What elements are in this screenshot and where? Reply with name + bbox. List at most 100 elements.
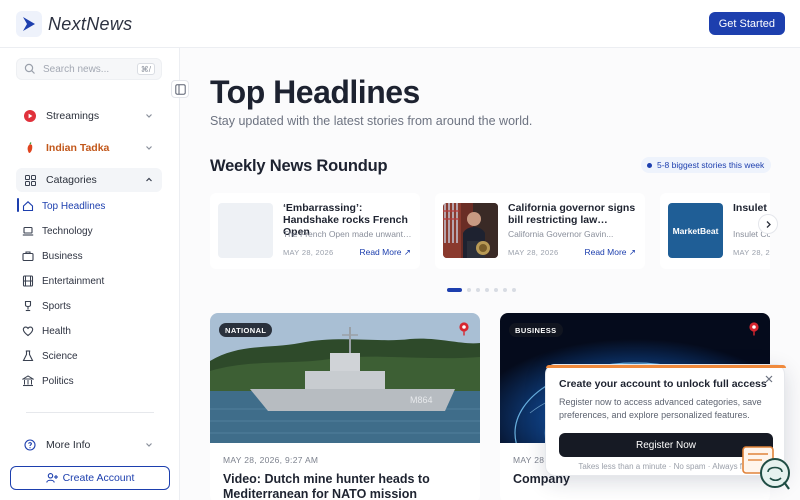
- briefcase-icon: [22, 251, 34, 262]
- chevron-down-icon: [146, 146, 152, 150]
- news-date: MAY 28, 2026, 9:27 AM: [223, 455, 319, 465]
- search-icon: [24, 63, 35, 74]
- page-subtitle: Stay updated with the latest stories fro…: [210, 114, 533, 128]
- carousel-title: California governor signs bill restricti…: [508, 202, 636, 226]
- heart-icon: [22, 326, 34, 337]
- category-sports[interactable]: Sports: [22, 296, 162, 316]
- marketbeat-logo-text: MarketBeat: [672, 225, 719, 236]
- top-bar: NextNews Get Started: [0, 0, 800, 48]
- read-more-link[interactable]: Read More ↗: [584, 247, 636, 258]
- carousel-excerpt: The French Open made unwante...: [283, 229, 413, 239]
- carousel-dot[interactable]: [512, 288, 516, 292]
- carousel-card[interactable]: MarketBeat Insulet Co (NASDAQ Insulet Co…: [660, 193, 770, 269]
- carousel-dot[interactable]: [503, 288, 507, 292]
- close-icon: [765, 375, 773, 383]
- news-card[interactable]: M864 NATIONAL MAY 28, 2026, 9:27 AM Vide…: [210, 313, 480, 500]
- category-technology[interactable]: Technology: [22, 221, 162, 241]
- carousel-excerpt: California Governor Gavin...: [508, 229, 614, 239]
- category-top-headlines[interactable]: Top Headlines: [22, 196, 162, 216]
- popup-close-button[interactable]: [762, 372, 776, 386]
- trophy-icon: [24, 300, 32, 312]
- sidebar-toggle-button[interactable]: [171, 80, 189, 98]
- flask-icon: [22, 350, 34, 362]
- category-health[interactable]: Health: [22, 321, 162, 341]
- chevron-down-icon: [146, 443, 152, 447]
- read-more-link[interactable]: Read More ↗: [359, 247, 411, 258]
- roundup-badge-label: 5-8 biggest stories this week: [657, 160, 765, 170]
- section-label: More Info: [46, 439, 91, 451]
- category-science[interactable]: Science: [22, 346, 162, 366]
- read-more-label: Read More: [584, 247, 627, 257]
- section-indian-tadka[interactable]: Indian Tadka: [16, 136, 162, 160]
- badge-dot: [647, 162, 652, 168]
- carousel-dot[interactable]: [467, 288, 471, 292]
- category-tag: NATIONAL: [219, 323, 273, 337]
- user-plus-icon: [45, 473, 58, 483]
- play-icon: [24, 110, 36, 122]
- category-label: Business: [42, 250, 83, 262]
- section-label: Indian Tadka: [46, 142, 110, 154]
- carousel-date: MAY 28, 2026: [283, 248, 334, 257]
- category-label: Health: [42, 325, 71, 337]
- carousel-thumbnail: [443, 203, 498, 258]
- register-now-button[interactable]: Register Now: [559, 433, 773, 457]
- category-label: Politics: [42, 375, 74, 387]
- category-tag: BUSINESS: [509, 323, 563, 337]
- news-carousel: ‘Embarrassing’: Handshake rocks French O…: [210, 193, 770, 269]
- roundup-title: Weekly News Roundup: [210, 157, 388, 175]
- category-label: Top Headlines: [42, 200, 106, 212]
- pin-icon[interactable]: [458, 322, 470, 336]
- help-circle-icon: [24, 439, 36, 451]
- carousel-dot[interactable]: [485, 288, 489, 292]
- carousel-date: MAY 28, 2026: [508, 248, 559, 257]
- create-account-label: Create Account: [62, 472, 135, 484]
- carousel-dot[interactable]: [476, 288, 480, 292]
- section-label: Catagories: [46, 174, 97, 186]
- carousel-dot[interactable]: [494, 288, 498, 292]
- logo-icon[interactable]: [16, 11, 42, 37]
- roundup-badge: 5-8 biggest stories this week: [641, 157, 772, 173]
- chevron-up-icon: [146, 177, 152, 182]
- brand-name[interactable]: NextNews: [48, 14, 132, 35]
- category-label: Science: [42, 350, 78, 362]
- popup-title: Create your account to unlock full acces…: [559, 378, 767, 390]
- news-title[interactable]: Video: Dutch mine hunter heads to Medite…: [223, 472, 473, 500]
- pin-icon[interactable]: [748, 322, 760, 336]
- category-business[interactable]: Business: [22, 246, 162, 266]
- popup-accent-bar: [546, 365, 786, 368]
- sidebar-panel-icon: [174, 83, 186, 95]
- create-account-button[interactable]: Create Account: [10, 466, 170, 490]
- page-title: Top Headlines: [210, 74, 420, 110]
- sidebar-divider: [26, 412, 154, 413]
- read-more-label: Read More: [359, 247, 402, 257]
- carousel-thumbnail: [218, 203, 273, 258]
- section-more-info[interactable]: More Info: [16, 433, 162, 457]
- popup-note: Takes less than a minute · No spam · Alw…: [578, 462, 754, 471]
- category-label: Technology: [42, 225, 93, 237]
- active-indicator: [17, 198, 19, 212]
- grid-icon: [24, 174, 36, 186]
- category-label: Sports: [42, 300, 71, 312]
- search-input[interactable]: [43, 62, 133, 76]
- get-started-button[interactable]: Get Started: [708, 12, 785, 35]
- home-icon: [22, 201, 34, 212]
- category-politics[interactable]: Politics: [22, 371, 162, 391]
- carousel-next-button[interactable]: [758, 214, 778, 234]
- carousel-card[interactable]: ‘Embarrassing’: Handshake rocks French O…: [210, 193, 420, 269]
- popup-description: Register now to access advanced categori…: [559, 397, 762, 420]
- carousel-date: MAY 28, 2026: [733, 248, 770, 257]
- carousel-card[interactable]: California governor signs bill restricti…: [435, 193, 645, 269]
- carousel-title: Insulet Co (NASDAQ: [733, 202, 770, 214]
- sidebar: ⌘/ Streamings Indian Tadka Catagories To…: [0, 48, 180, 500]
- carousel-pagination: [447, 288, 521, 292]
- chat-support-icon[interactable]: [742, 446, 792, 492]
- carousel-dot[interactable]: [447, 288, 462, 292]
- chevron-right-icon: [766, 220, 771, 228]
- section-catagories[interactable]: Catagories: [16, 168, 162, 192]
- search-shortcut-badge: ⌘/: [136, 63, 155, 75]
- search-box[interactable]: ⌘/: [16, 58, 162, 80]
- section-streamings[interactable]: Streamings: [16, 104, 162, 128]
- landmark-icon: [22, 375, 34, 387]
- category-entertainment[interactable]: Entertainment: [22, 271, 162, 291]
- carousel-thumbnail: MarketBeat: [668, 203, 723, 258]
